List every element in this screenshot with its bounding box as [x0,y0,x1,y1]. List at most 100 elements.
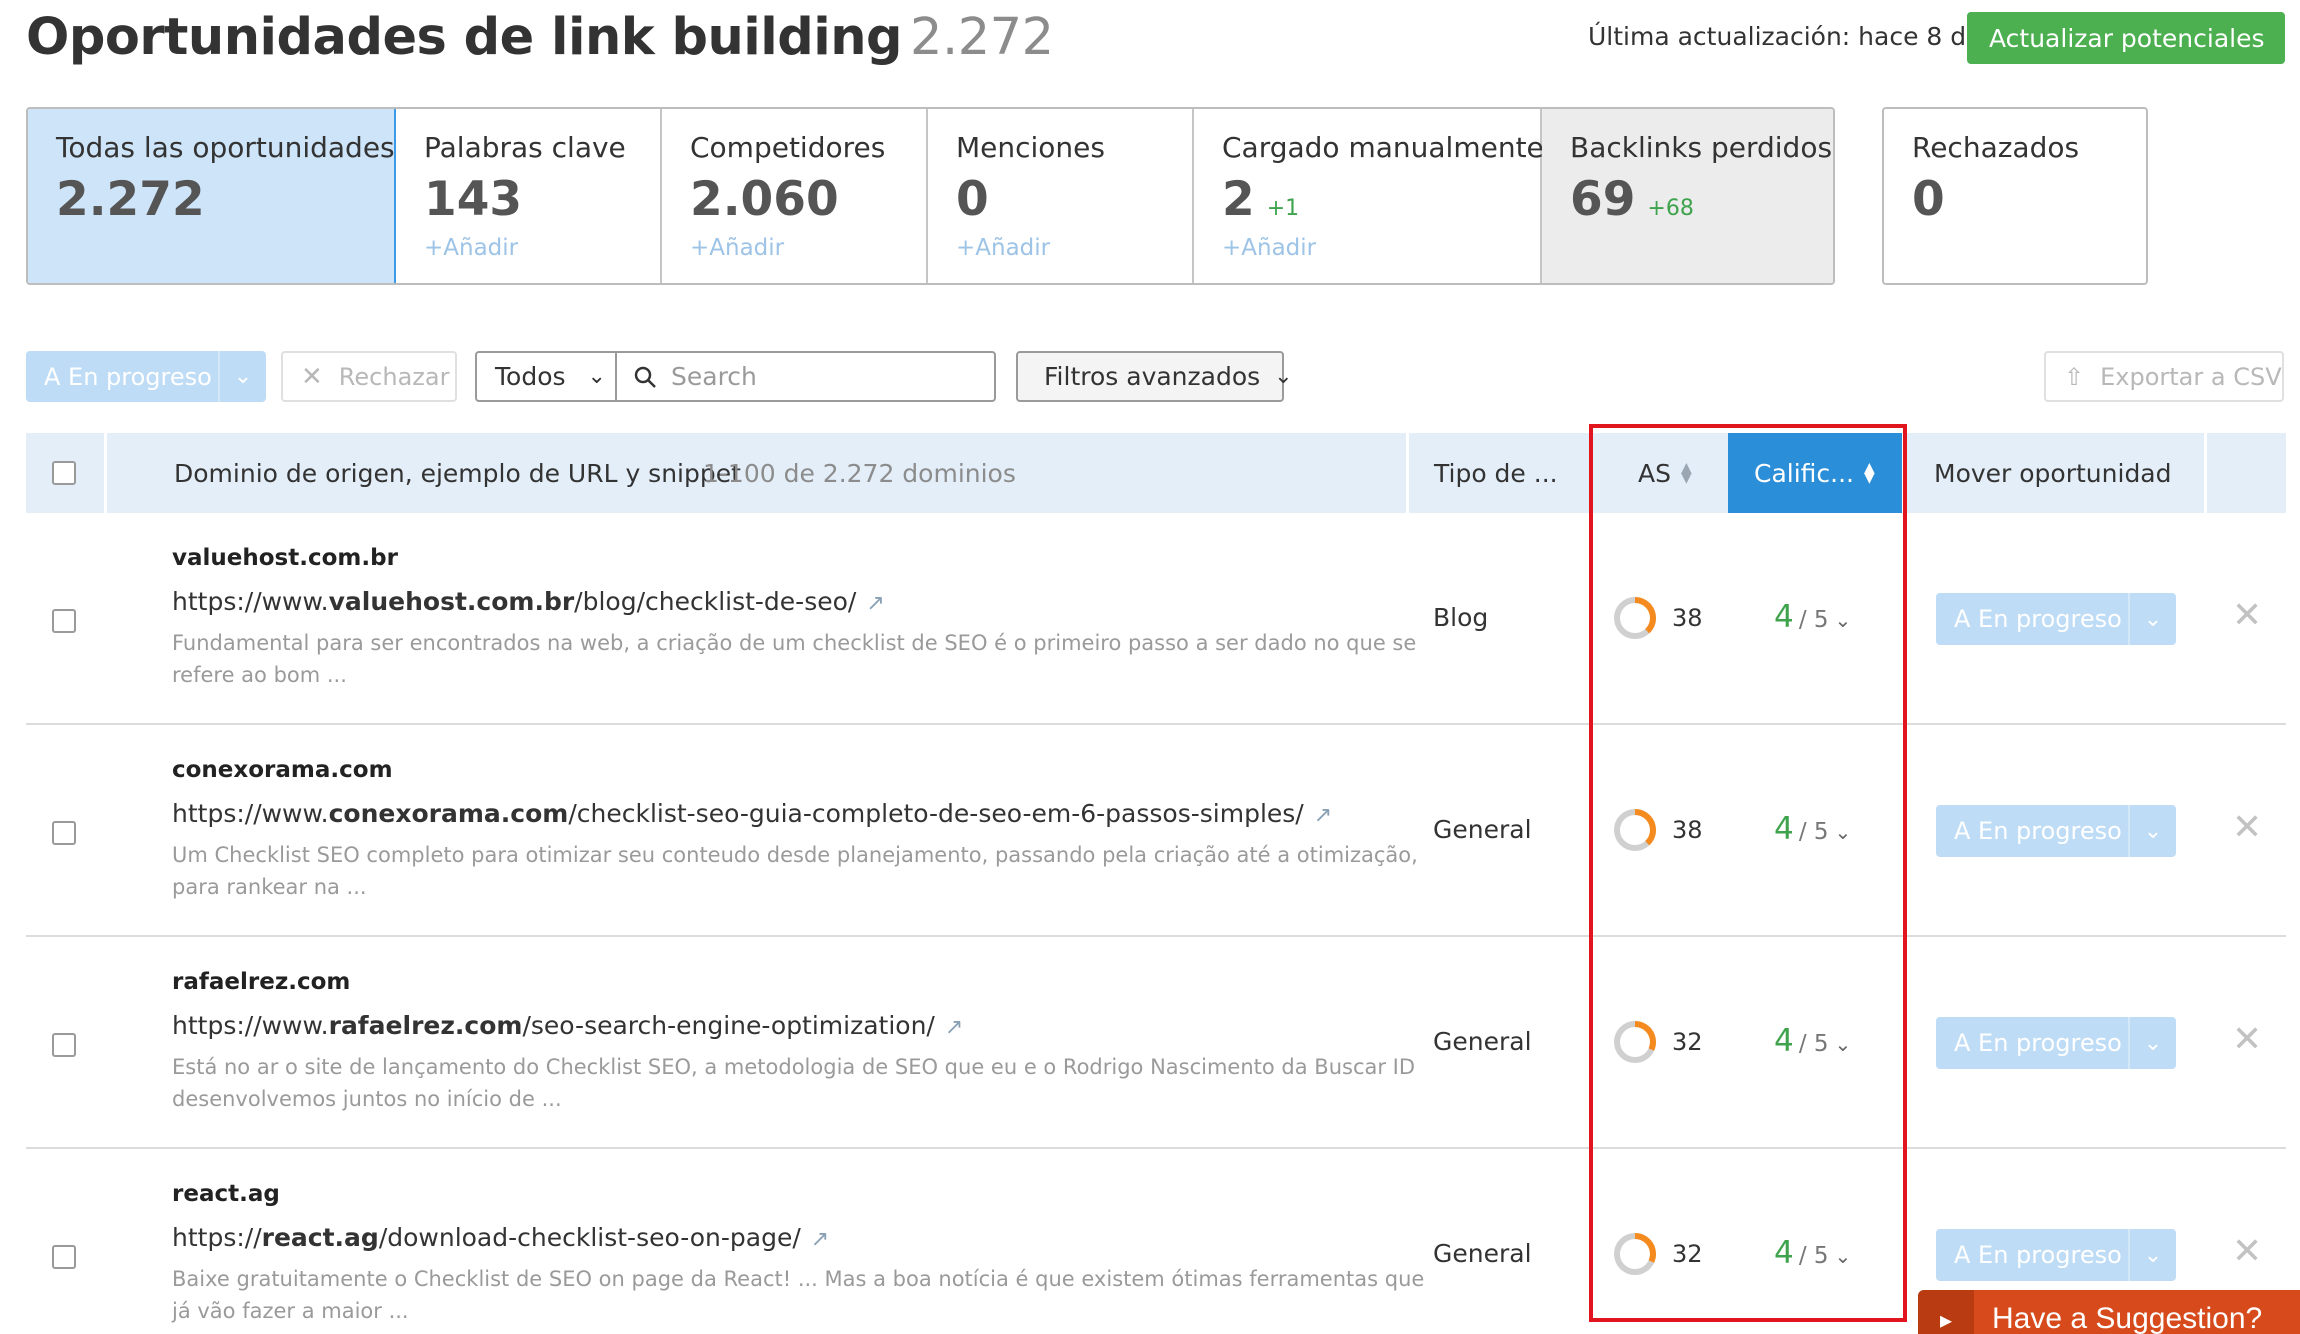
card-label: Cargado manualmente [1222,131,1544,164]
url-prefix: https://www. [172,1011,329,1040]
add-link[interactable]: +Añadir [956,235,1192,261]
suggestion-label: Have a Suggestion? [1992,1302,2263,1334]
page-title-text: Oportunidades de link building [26,8,903,67]
card-value: 0 [1912,172,1945,227]
snippet: Baixe gratuitamente o Checklist de SEO o… [172,1267,1425,1323]
move-opportunity-button[interactable]: A En progreso ⌄ [1936,1229,2176,1281]
column-header-domain-label: Dominio de origen, ejemplo de URL y snip… [174,458,741,488]
column-header-move: Mover oportunidad [1934,433,2172,513]
column-header-domain[interactable]: Dominio de origen, ejemplo de URL y snip… [174,433,741,513]
card-keywords[interactable]: Palabras clave 143 +Añadir [396,109,662,283]
filter-select-value: Todos [495,362,566,391]
search-input[interactable] [671,362,971,391]
example-url[interactable]: https://www.rafaelrez.com/seo-search-eng… [172,1011,963,1040]
example-url[interactable]: https://www.valuehost.com.br/blog/checkl… [172,587,885,616]
card-all-opportunities[interactable]: Todas las oportunidades 2.272 [28,109,396,283]
source-type: Blog [1433,603,1489,632]
move-opportunity-button[interactable]: A En progreso ⌄ [1936,1017,2176,1069]
filter-select[interactable]: Todos ⌄ [475,351,617,402]
card-value: 143 [424,172,523,227]
card-label: Menciones [956,131,1105,164]
column-header-type[interactable]: Tipo de ... [1434,433,1558,513]
card-value: 2.272 [56,172,205,227]
source-domain[interactable]: rafaelrez.com [172,969,350,995]
category-cards: Todas las oportunidades 2.272 Palabras c… [26,107,1835,285]
reject-row-close-icon[interactable]: ✕ [2232,1019,2262,1060]
card-value: 69 +68 [1570,172,1833,227]
card-manual-upload[interactable]: Cargado manualmente 2 +1 +Añadir [1194,109,1544,283]
table-row: valuehost.com.br https://www.valuehost.c… [26,513,2286,725]
external-link-icon[interactable]: ↗ [945,1015,963,1040]
url-domain: rafaelrez.com [328,1011,523,1040]
card-delta: +1 [1266,196,1300,221]
chevron-down-icon[interactable]: ⌄ [2128,1017,2176,1069]
source-type: General [1433,1027,1532,1056]
row-checkbox[interactable] [52,1033,76,1057]
move-opportunity-button[interactable]: A En progreso ⌄ [1936,805,2176,857]
reject-row-close-icon[interactable]: ✕ [2232,595,2262,636]
column-divider [1406,433,1409,513]
column-divider [104,433,107,513]
url-prefix: https://www. [172,799,329,828]
row-checkbox[interactable] [52,609,76,633]
card-label: Palabras clave [424,131,626,164]
example-url[interactable]: https://react.ag/download-checklist-seo-… [172,1223,829,1252]
row-checkbox[interactable] [52,821,76,845]
example-url[interactable]: https://www.conexorama.com/checklist-seo… [172,799,1332,828]
highlight-box [1589,424,1907,1322]
source-domain[interactable]: react.ag [172,1181,280,1207]
advanced-filters-button[interactable]: Filtros avanzados ⌄ [1016,351,1293,402]
move-opportunity-label: A En progreso [1954,1241,2122,1269]
card-lost-backlinks[interactable]: Backlinks perdidos 69 +68 [1542,109,1833,283]
megaphone-icon: ▸ [1918,1290,1974,1334]
card-value: 2 +1 [1222,172,1540,227]
search-field[interactable] [615,351,996,402]
card-value-number: 2 [1222,172,1255,227]
move-opportunity-button[interactable]: A En progreso ⌄ [1936,593,2176,645]
card-rejected[interactable]: Rechazados 0 [1882,107,2148,285]
url-path: /seo-search-engine-optimization/ [522,1011,935,1040]
export-csv-label: Exportar a CSV [2100,362,2282,391]
chevron-down-icon[interactable]: ⌄ [2128,805,2176,857]
reject-button[interactable]: ✕ Rechazar [281,351,457,402]
source-domain[interactable]: conexorama.com [172,757,393,783]
card-competitors[interactable]: Competidores 2.060 +Añadir [662,109,928,283]
export-csv-button[interactable]: ⇧ Exportar a CSV [2044,351,2284,402]
source-domain[interactable]: valuehost.com.br [172,545,398,571]
table-row: rafaelrez.com https://www.rafaelrez.com/… [26,937,2286,1149]
snippet: Fundamental para ser encontrados na web,… [172,631,1417,687]
chevron-down-icon[interactable]: ⌄ [218,351,266,402]
card-label: Competidores [690,131,886,164]
total-count: 2.272 [910,8,1054,67]
move-opportunity-label: A En progreso [1954,817,2122,845]
chevron-down-icon[interactable]: ⌄ [2128,593,2176,645]
add-link[interactable]: +Añadir [424,235,660,261]
table-row: conexorama.com https://www.conexorama.co… [26,725,2286,937]
external-link-icon[interactable]: ↗ [1314,803,1332,828]
reject-row-close-icon[interactable]: ✕ [2232,1231,2262,1272]
card-value: 0 [956,172,989,227]
suggestion-widget[interactable]: ▸ Have a Suggestion? [1918,1290,2300,1334]
url-path: /checklist-seo-guia-completo-de-seo-em-6… [568,799,1304,828]
row-checkbox[interactable] [52,1245,76,1269]
move-to-in-progress-button[interactable]: A En progreso ⌄ [26,351,266,402]
add-link[interactable]: +Añadir [1222,235,1540,261]
url-domain: valuehost.com.br [328,587,575,616]
column-divider [2204,433,2207,513]
reject-row-close-icon[interactable]: ✕ [2232,807,2262,848]
external-link-icon[interactable]: ↗ [866,591,884,616]
select-all-checkbox[interactable] [52,461,76,485]
chevron-down-icon[interactable]: ⌄ [2128,1229,2176,1281]
table-header: Dominio de origen, ejemplo de URL y snip… [26,433,2286,513]
external-link-icon[interactable]: ↗ [811,1227,829,1252]
url-prefix: https://www. [172,587,329,616]
add-link[interactable]: +Añadir [690,235,926,261]
results-range: 1-100 de 2.272 dominios [703,458,1016,488]
card-label: Rechazados [1912,131,2080,164]
update-potentials-button[interactable]: Actualizar potenciales ⌄ [1967,12,2299,64]
snippet: Um Checklist SEO completo para otimizar … [172,843,1418,899]
card-label: Backlinks perdidos [1570,131,1833,164]
update-potentials-label: Actualizar potenciales [1989,23,2265,53]
card-mentions[interactable]: Menciones 0 +Añadir [928,109,1194,283]
select-all-cell [52,433,76,513]
